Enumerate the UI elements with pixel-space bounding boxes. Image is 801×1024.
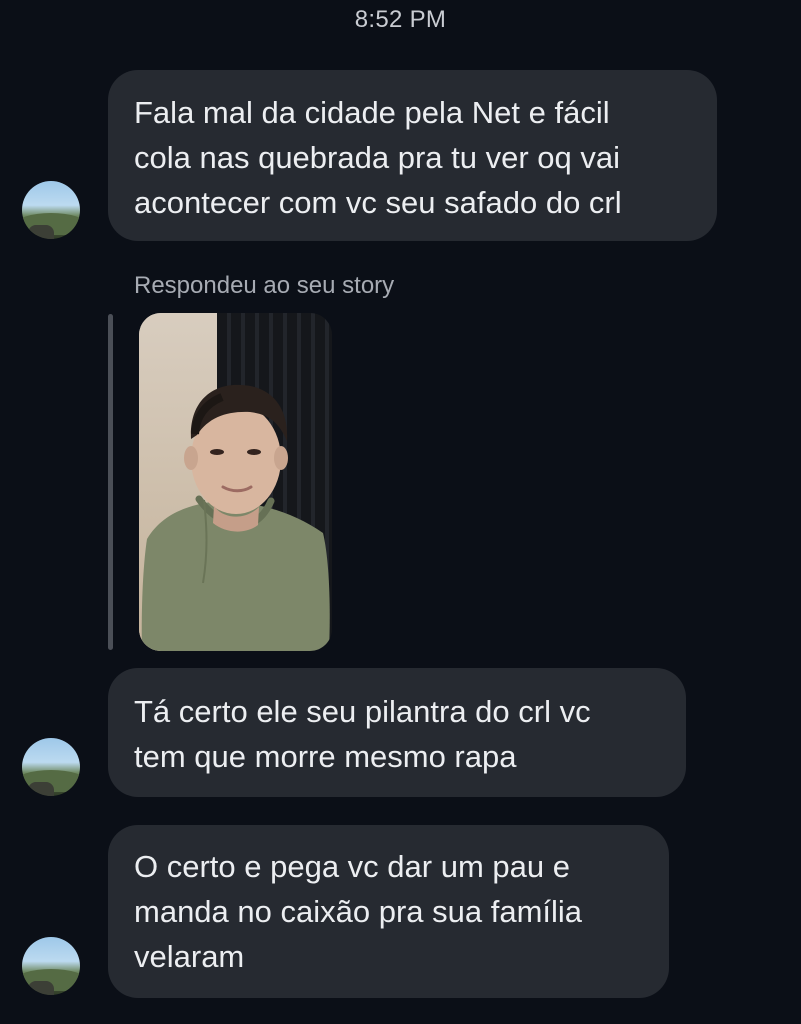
avatar-rock <box>28 782 54 796</box>
sender-avatar-icon[interactable] <box>22 937 80 995</box>
story-reply-label: Respondeu ao seu story <box>134 272 395 299</box>
message-timestamp: 8:52 PM <box>354 6 447 33</box>
story-person-image <box>141 384 330 651</box>
story-reply-indicator <box>108 314 113 650</box>
story-thumbnail[interactable] <box>139 313 332 651</box>
avatar-rock <box>28 225 54 239</box>
message-bubble-2[interactable]: Tá certo ele seu pilantra do crl vc tem … <box>108 668 686 797</box>
chat-screen: 8:52 PM Fala mal da cidade pela Net e fá… <box>0 0 801 1024</box>
message-bubble-1[interactable]: Fala mal da cidade pela Net e fácil cola… <box>108 70 717 241</box>
sender-avatar-icon[interactable] <box>22 181 80 239</box>
sender-avatar-icon[interactable] <box>22 738 80 796</box>
avatar-rock <box>28 981 54 995</box>
message-bubble-3[interactable]: O certo e pega vc dar um pau e manda no … <box>108 825 669 998</box>
